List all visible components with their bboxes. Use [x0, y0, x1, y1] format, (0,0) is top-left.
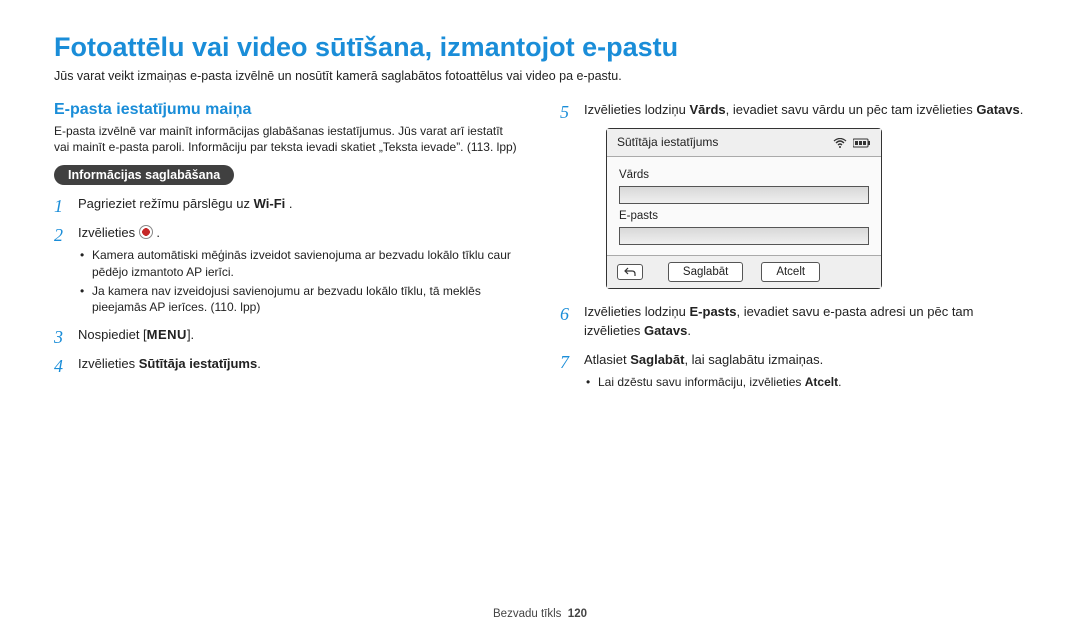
step-3: Nospiediet [MENU]. — [54, 326, 520, 345]
app-icon — [139, 225, 153, 239]
footer-section: Bezvadu tīkls — [493, 608, 561, 620]
save-button[interactable]: Saglabāt — [668, 262, 743, 283]
wifi-icon — [833, 138, 847, 148]
info-saving-pill: Informācijas saglabāšana — [54, 165, 234, 185]
left-column: E-pasta iestatījumu maiņa E-pasta izvēln… — [54, 101, 520, 401]
battery-icon — [853, 138, 871, 148]
page-footer: Bezvadu tīkls 120 — [0, 608, 1080, 620]
step-7-bullet: Lai dzēstu savu informāciju, izvēlieties… — [584, 374, 1026, 391]
cancel-button[interactable]: Atcelt — [761, 262, 820, 283]
intro-text: Jūs varat veikt izmaiņas e-pasta izvēlnē… — [54, 69, 1026, 83]
wifi-label: Wi-Fi — [254, 196, 286, 211]
device-field-email-input[interactable] — [619, 227, 869, 245]
subheading-desc: E-pasta izvēlnē var mainīt informācijas … — [54, 123, 520, 155]
step-4: Izvēlieties Sūtītāja iestatījums. — [54, 355, 520, 374]
device-title: Sūtītāja iestatījums — [617, 134, 718, 151]
back-icon[interactable] — [617, 264, 643, 280]
step-5: Izvēlieties lodziņu Vārds, ievadiet savu… — [560, 101, 1026, 289]
step-1: Pagrieziet režīmu pārslēgu uz Wi-Fi . — [54, 195, 520, 214]
step-2-bullet-b: Ja kamera nav izveidojusi savienojumu ar… — [78, 283, 520, 317]
device-panel: Sūtītāja iestatījums Vārds — [606, 128, 882, 289]
step-2-bullet-a: Kamera automātiski mēģinās izveidot savi… — [78, 247, 520, 281]
device-field-email-label: E-pasts — [619, 208, 869, 225]
step-2: Izvēlieties . Kamera automātiski mēģinās… — [54, 224, 520, 316]
device-field-name-label: Vārds — [619, 167, 869, 184]
right-column: Izvēlieties lodziņu Vārds, ievadiet savu… — [560, 101, 1026, 401]
steps-right: Izvēlieties lodziņu Vārds, ievadiet savu… — [560, 101, 1026, 391]
device-field-name-input[interactable] — [619, 186, 869, 204]
step-6: Izvēlieties lodziņu E-pasts, ievadiet sa… — [560, 303, 1026, 341]
steps-left: Pagrieziet režīmu pārslēgu uz Wi-Fi . Iz… — [54, 195, 520, 374]
footer-page: 120 — [568, 608, 587, 620]
page-title: Fotoattēlu vai video sūtīšana, izmantojo… — [54, 32, 1026, 63]
menu-label: MENU — [147, 327, 187, 342]
subheading: E-pasta iestatījumu maiņa — [54, 101, 520, 119]
step-7: Atlasiet Saglabāt, lai saglabātu izmaiņa… — [560, 351, 1026, 391]
